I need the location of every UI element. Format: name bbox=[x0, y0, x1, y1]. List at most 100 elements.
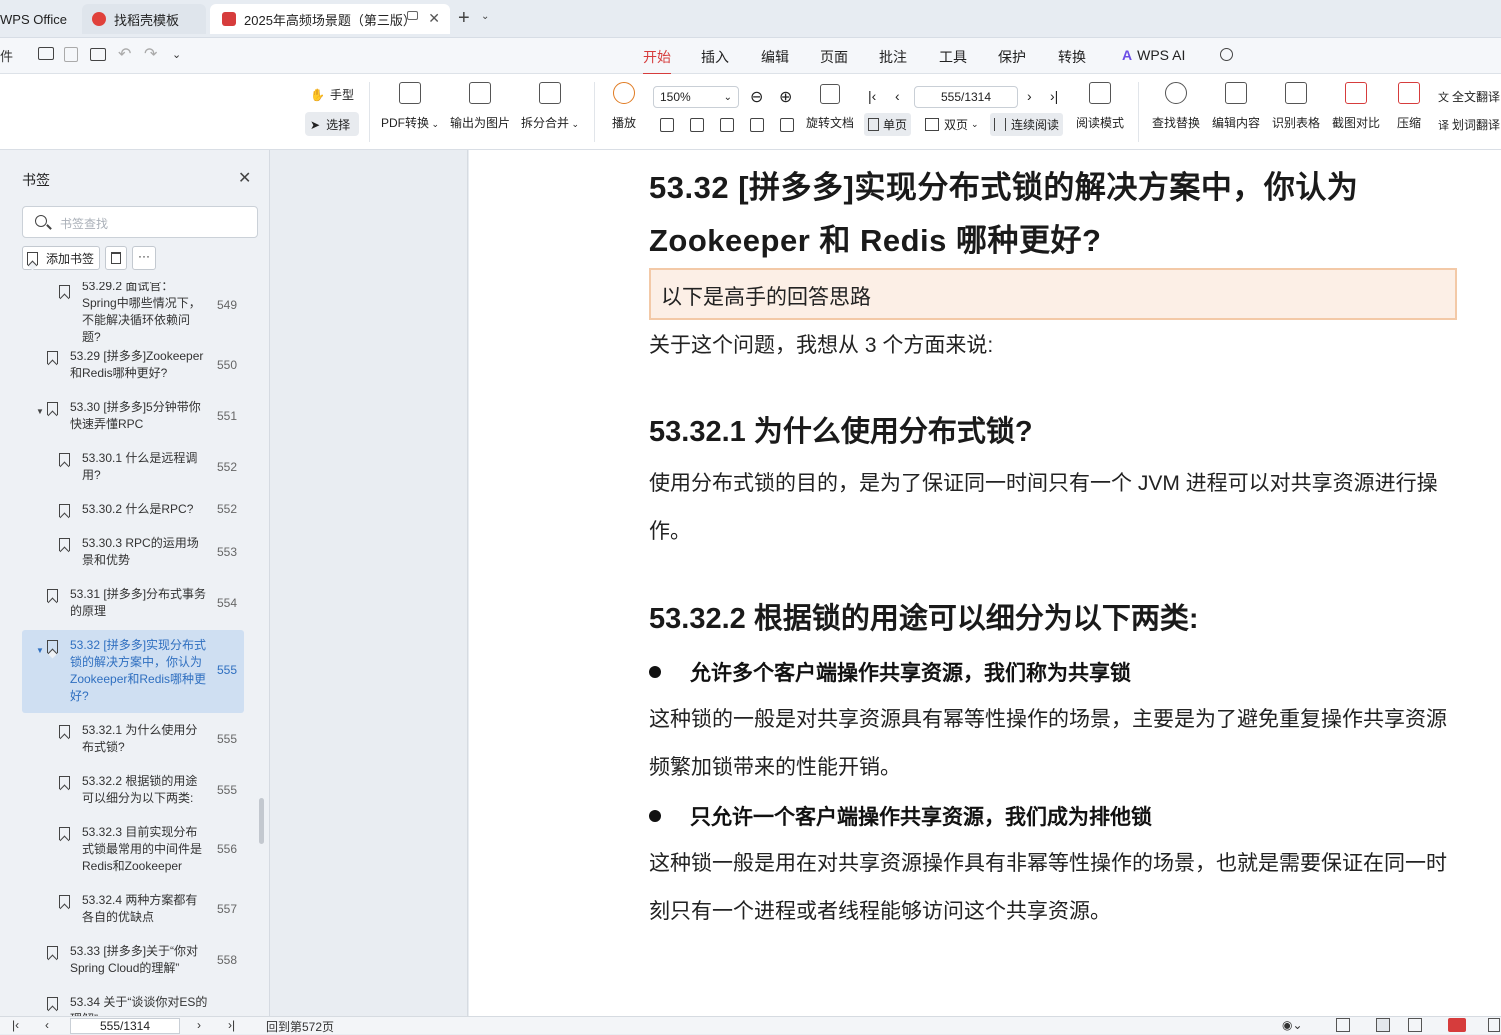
chevron-down-icon[interactable]: ⌄ bbox=[172, 48, 181, 61]
word-translate-button[interactable]: 译 划词翻译 bbox=[1438, 116, 1500, 133]
reading-view-icon[interactable] bbox=[1488, 1018, 1500, 1032]
bookmark-item[interactable]: 53.34 关于“谈谈你对ES的理解” bbox=[22, 994, 244, 1016]
status-page-input[interactable]: 555/1314 bbox=[70, 1018, 180, 1034]
menu-protect[interactable]: 保护 bbox=[998, 47, 1026, 67]
compress-label: 压缩 bbox=[1396, 116, 1421, 130]
tab-document[interactable]: 2025年高频场景题（第三版） ✕ bbox=[210, 4, 450, 34]
first-page-icon[interactable]: |‹ bbox=[868, 88, 876, 104]
play-button[interactable]: 播放 bbox=[592, 82, 656, 131]
continuous-view-icon[interactable] bbox=[1336, 1018, 1350, 1032]
search-icon[interactable] bbox=[1220, 48, 1233, 61]
menu-bar: 件 ↶ ↷ ⌄ 开始 插入 编辑 页面 批注 工具 保护 转换 A WPS AI bbox=[0, 38, 1501, 75]
bookmark-icon bbox=[59, 538, 70, 551]
next-page-icon[interactable]: › bbox=[1027, 88, 1032, 104]
add-bookmark-label: 添加书签 bbox=[46, 251, 95, 266]
new-tab-icon[interactable]: + bbox=[458, 8, 470, 28]
save-icon[interactable] bbox=[64, 47, 78, 62]
chevron-down-icon[interactable]: ⌄ bbox=[481, 11, 489, 22]
tab-window-icon[interactable] bbox=[407, 11, 418, 20]
add-bookmark-button[interactable]: 添加书签 bbox=[22, 246, 100, 270]
bookmark-add-icon bbox=[27, 251, 38, 265]
single-view-icon[interactable] bbox=[1376, 1018, 1390, 1032]
double-view-icon[interactable] bbox=[1408, 1018, 1422, 1032]
menu-insert[interactable]: 插入 bbox=[701, 47, 729, 67]
menu-page[interactable]: 页面 bbox=[820, 47, 848, 67]
back-to-page-link[interactable]: 回到第572页 bbox=[266, 1018, 334, 1035]
rotate-doc-button[interactable]: 旋转文档 bbox=[806, 84, 854, 131]
select-tool-button[interactable]: ➤ 选择 bbox=[310, 116, 350, 133]
bookmark-search-input[interactable]: 书签查找 bbox=[22, 206, 258, 238]
redo-icon[interactable]: ↷ bbox=[144, 44, 157, 64]
fit-width-icon[interactable] bbox=[720, 118, 734, 132]
tab-template[interactable]: 找稻壳模板 bbox=[82, 4, 206, 34]
recognize-table-button[interactable]: 识别表格 bbox=[1264, 82, 1328, 131]
menu-start[interactable]: 开始 bbox=[643, 47, 671, 75]
close-icon[interactable]: ✕ bbox=[238, 168, 251, 188]
screenshot-compare-button[interactable]: 截图对比 bbox=[1324, 82, 1388, 131]
menu-tools[interactable]: 工具 bbox=[939, 47, 967, 67]
full-translate-button[interactable]: 文 全文翻译 bbox=[1438, 88, 1500, 105]
single-page-button[interactable]: 单页 bbox=[864, 113, 912, 136]
bookmark-item[interactable]: 53.30.2 什么是RPC? 552 bbox=[22, 501, 244, 521]
last-page-icon[interactable]: ›| bbox=[228, 1018, 235, 1032]
continuous-reading-button[interactable]: 连续阅读 bbox=[990, 113, 1064, 136]
eye-icon[interactable]: ◉⌄ bbox=[1282, 1018, 1303, 1032]
close-tab-icon[interactable]: ✕ bbox=[428, 10, 440, 27]
zoom-select[interactable]: 150% ⌄ bbox=[653, 86, 739, 108]
tab-wps-office[interactable]: WPS Office bbox=[0, 4, 78, 34]
split-merge-icon bbox=[539, 82, 561, 104]
page-number-input[interactable]: 555/1314 bbox=[914, 86, 1018, 108]
menu-comment[interactable]: 批注 bbox=[879, 47, 907, 67]
fit-page-icon[interactable] bbox=[690, 118, 704, 132]
bookmark-item[interactable]: 53.32.3 目前实现分布式锁最常用的中间件是Redis和Zookeeper … bbox=[22, 824, 244, 876]
hand-tool-button[interactable]: ✋ 手型 bbox=[310, 86, 354, 103]
double-page-button[interactable]: 双页 ⌄ bbox=[925, 116, 979, 133]
zoom-out-icon[interactable]: ⊖ bbox=[750, 87, 763, 107]
bookmark-item[interactable]: ▼ 53.30 [拼多多]5分钟带你快速弄懂RPC 551 bbox=[22, 399, 244, 435]
bookmark-item[interactable]: 53.30.3 RPC的运用场景和优势 553 bbox=[22, 535, 244, 571]
prev-page-icon[interactable]: ‹ bbox=[45, 1018, 49, 1032]
translate-icon: 文 bbox=[1438, 91, 1449, 104]
file-menu[interactable]: 件 bbox=[0, 46, 13, 65]
menu-wps-ai[interactable]: A WPS AI bbox=[1122, 47, 1185, 63]
menu-convert[interactable]: 转换 bbox=[1058, 47, 1086, 67]
split-merge-button[interactable]: 拆分合并 ⌄ bbox=[518, 82, 582, 131]
last-page-icon[interactable]: ›| bbox=[1050, 88, 1058, 104]
bookmark-item[interactable]: 53.29 [拼多多]Zookeeper和Redis哪种更好? 550 bbox=[22, 348, 244, 384]
rotate-right-icon[interactable] bbox=[780, 118, 794, 132]
print-icon[interactable] bbox=[90, 48, 106, 61]
next-page-icon[interactable]: › bbox=[197, 1018, 201, 1032]
export-image-button[interactable]: 输出为图片 bbox=[448, 82, 512, 131]
expand-caret-icon[interactable]: ▼ bbox=[36, 642, 44, 659]
more-options-button[interactable]: ··· bbox=[132, 246, 156, 270]
bookmark-item[interactable]: 53.32.1 为什么使用分布式锁? 555 bbox=[22, 722, 244, 758]
scrollbar-thumb[interactable] bbox=[259, 798, 264, 844]
prev-page-icon[interactable]: ‹ bbox=[895, 88, 900, 104]
search-icon bbox=[35, 215, 47, 227]
bookmark-item[interactable]: 53.32.4 两种方案都有各自的优缺点 557 bbox=[22, 892, 244, 928]
rotate-left-icon[interactable] bbox=[750, 118, 764, 132]
first-page-icon[interactable]: |‹ bbox=[12, 1018, 19, 1032]
menu-edit[interactable]: 编辑 bbox=[761, 47, 789, 67]
edit-content-button[interactable]: 编辑内容 bbox=[1204, 82, 1268, 131]
bookmark-item[interactable]: 53.33 [拼多多]关于“你对Spring Cloud的理解” 558 bbox=[22, 943, 244, 979]
actual-size-icon[interactable] bbox=[660, 118, 674, 132]
bookmark-item[interactable]: 53.29.2 面试官：Spring中哪些情况下，不能解决循环依赖问题? 549 bbox=[22, 282, 244, 344]
page-number-value: 555/1314 bbox=[940, 90, 992, 104]
open-folder-icon[interactable] bbox=[38, 47, 54, 60]
bookmark-item[interactable]: 53.30.1 什么是远程调用? 552 bbox=[22, 450, 244, 486]
expand-caret-icon[interactable]: ▼ bbox=[36, 403, 44, 420]
bookmark-item[interactable]: 53.31 [拼多多]分布式事务的原理 554 bbox=[22, 586, 244, 622]
compress-button[interactable]: 压缩 bbox=[1386, 82, 1432, 131]
zoom-in-icon[interactable]: ⊕ bbox=[779, 87, 792, 107]
reading-mode-button[interactable]: 阅读模式 bbox=[1068, 82, 1132, 131]
pdf-convert-button[interactable]: PDF转换 ⌄ bbox=[378, 82, 442, 131]
bookmark-item[interactable]: 53.32.2 根据锁的用途可以细分为以下两类: 555 bbox=[22, 773, 244, 809]
undo-icon[interactable]: ↶ bbox=[118, 44, 131, 64]
bookmark-item-active[interactable]: ▼ 53.32 [拼多多]实现分布式锁的解决方案中，你认为Zookeeper和R… bbox=[22, 630, 244, 713]
compress-icon bbox=[1398, 82, 1420, 104]
delete-bookmark-button[interactable] bbox=[105, 246, 127, 270]
find-replace-button[interactable]: 查找替换 bbox=[1144, 82, 1208, 131]
play-slideshow-icon[interactable] bbox=[1448, 1018, 1466, 1032]
bookmark-icon bbox=[59, 776, 70, 789]
